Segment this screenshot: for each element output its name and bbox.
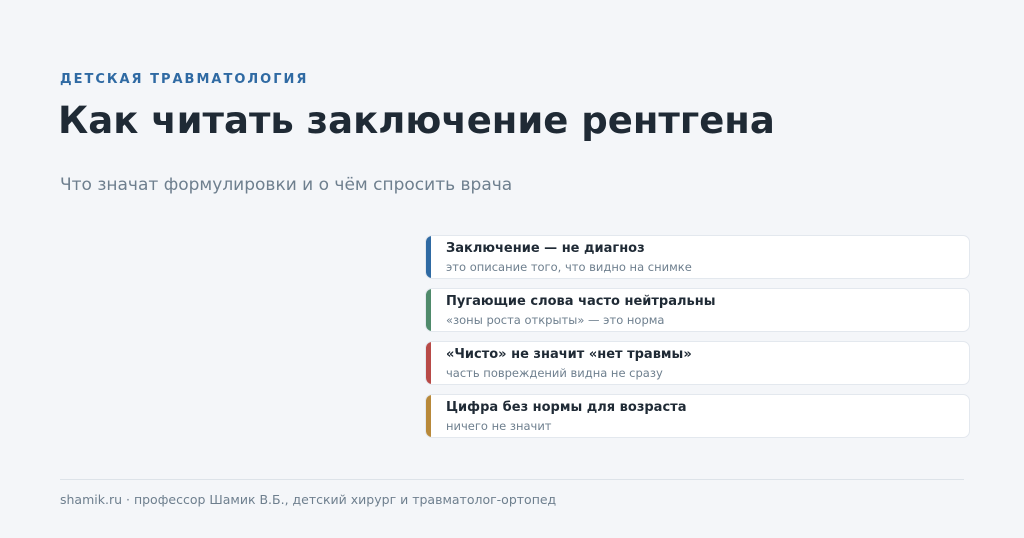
- page-title: Как читать заключение рентгена: [58, 99, 775, 142]
- tip-card: «Чисто» не значит «нет травмы» часть пов…: [425, 341, 970, 385]
- accent-bar: [426, 289, 431, 331]
- tip-title: Цифра без нормы для возраста: [446, 400, 687, 415]
- tips-list: Заключение — не диагноз это описание тог…: [425, 235, 970, 447]
- tip-description: часть повреждений видна не сразу: [446, 366, 663, 380]
- tip-title: Заключение — не диагноз: [446, 241, 645, 256]
- accent-bar: [426, 236, 431, 278]
- footer-credit: shamik.ru · профессор Шамик В.Б., детски…: [60, 492, 557, 507]
- accent-bar: [426, 342, 431, 384]
- tip-title: Пугающие слова часто нейтральны: [446, 294, 716, 309]
- tip-title: «Чисто» не значит «нет травмы»: [446, 347, 692, 362]
- section-label: ДЕТСКАЯ ТРАВМАТОЛОГИЯ: [60, 72, 309, 87]
- tip-card: Заключение — не диагноз это описание тог…: [425, 235, 970, 279]
- tip-card: Цифра без нормы для возраста ничего не з…: [425, 394, 970, 438]
- tip-card: Пугающие слова часто нейтральны «зоны ро…: [425, 288, 970, 332]
- footer-divider: [60, 479, 964, 480]
- tip-description: ничего не значит: [446, 419, 552, 433]
- page-subtitle: Что значат формулировки и о чём спросить…: [60, 175, 513, 195]
- accent-bar: [426, 395, 431, 437]
- tip-description: «зоны роста открыты» — это норма: [446, 313, 665, 327]
- tip-description: это описание того, что видно на снимке: [446, 260, 692, 274]
